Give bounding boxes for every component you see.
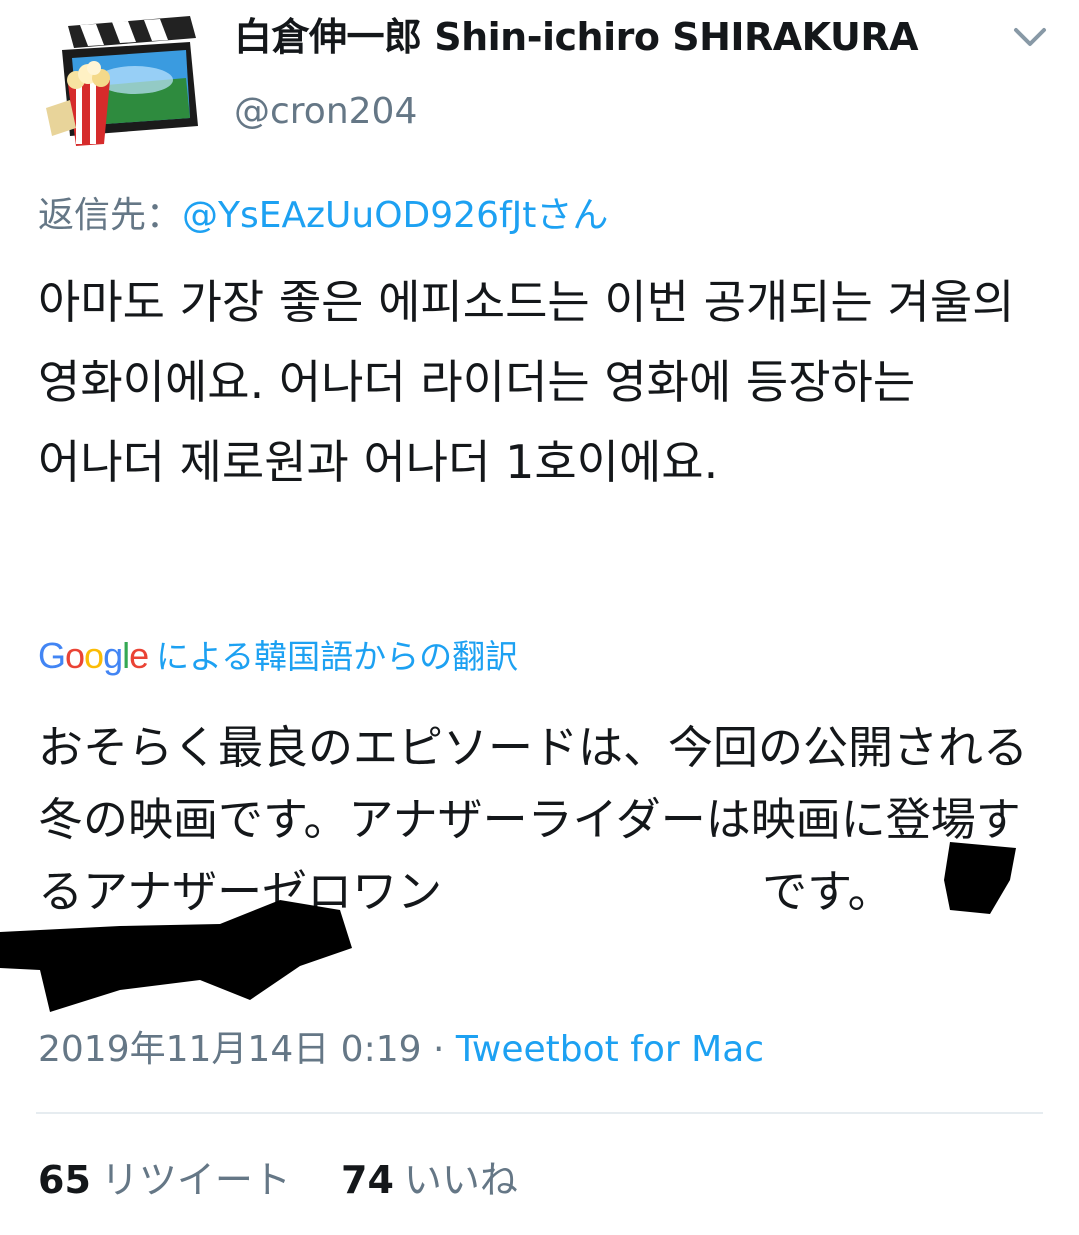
reply-to-line: 返信先：@YsEAzUuOD926fJtさん — [38, 192, 608, 240]
google-logo-letter: o — [84, 635, 104, 676]
google-logo-letter: o — [65, 635, 85, 676]
reply-prefix: 返信先： — [38, 195, 183, 236]
translation-label: による韓国語からの翻訳 — [156, 637, 519, 676]
tweet-text: 아마도 가장 좋은 에피소드는 이번 공개되는 겨울의 영화이에요. 어나더 라… — [38, 275, 1015, 489]
tweet-stats: 65 リツイート 74 いいね — [38, 1152, 556, 1208]
retweets-count: 65 — [38, 1158, 91, 1202]
google-logo-letter: e — [129, 635, 149, 676]
google-logo-letter: g — [103, 635, 123, 676]
tweet-timestamp[interactable]: 2019年11月14日 0:19 — [38, 1029, 422, 1070]
likes-count: 74 — [341, 1158, 394, 1202]
likes-label: いいね — [403, 1158, 518, 1202]
google-logo: Google — [38, 635, 149, 676]
likes-stat[interactable]: 74 いいね — [341, 1152, 518, 1208]
translated-text: おそらく最良のエピソードは、今回の公開される冬の映画です。アナザーライダーは映画… — [38, 712, 1038, 928]
tweet-meta: 2019年11月14日 0:19 · Tweetbot for Mac — [38, 1022, 764, 1078]
tweet-source-link[interactable]: Tweetbot for Mac — [456, 1029, 764, 1070]
meta-separator: · — [432, 1029, 445, 1070]
translation-attribution[interactable]: Google による韓国語からの翻訳 — [38, 630, 518, 683]
user-handle[interactable]: @cron204 — [234, 88, 417, 136]
display-name[interactable]: 白倉伸一郎 Shin-ichiro SHIRAKURA — [234, 12, 919, 62]
translated-text-tail: です。 — [762, 865, 893, 918]
movie-clapperboard-popcorn-icon — [46, 16, 198, 146]
retweets-stat[interactable]: 65 リツイート — [38, 1152, 291, 1208]
chevron-down-icon[interactable] — [1008, 20, 1052, 52]
reply-mention-link[interactable]: @YsEAzUuOD926fJtさん — [182, 195, 608, 236]
google-logo-letter: G — [38, 635, 66, 676]
divider — [36, 1112, 1043, 1114]
avatar[interactable] — [40, 8, 200, 148]
retweets-label: リツイート — [100, 1158, 291, 1202]
